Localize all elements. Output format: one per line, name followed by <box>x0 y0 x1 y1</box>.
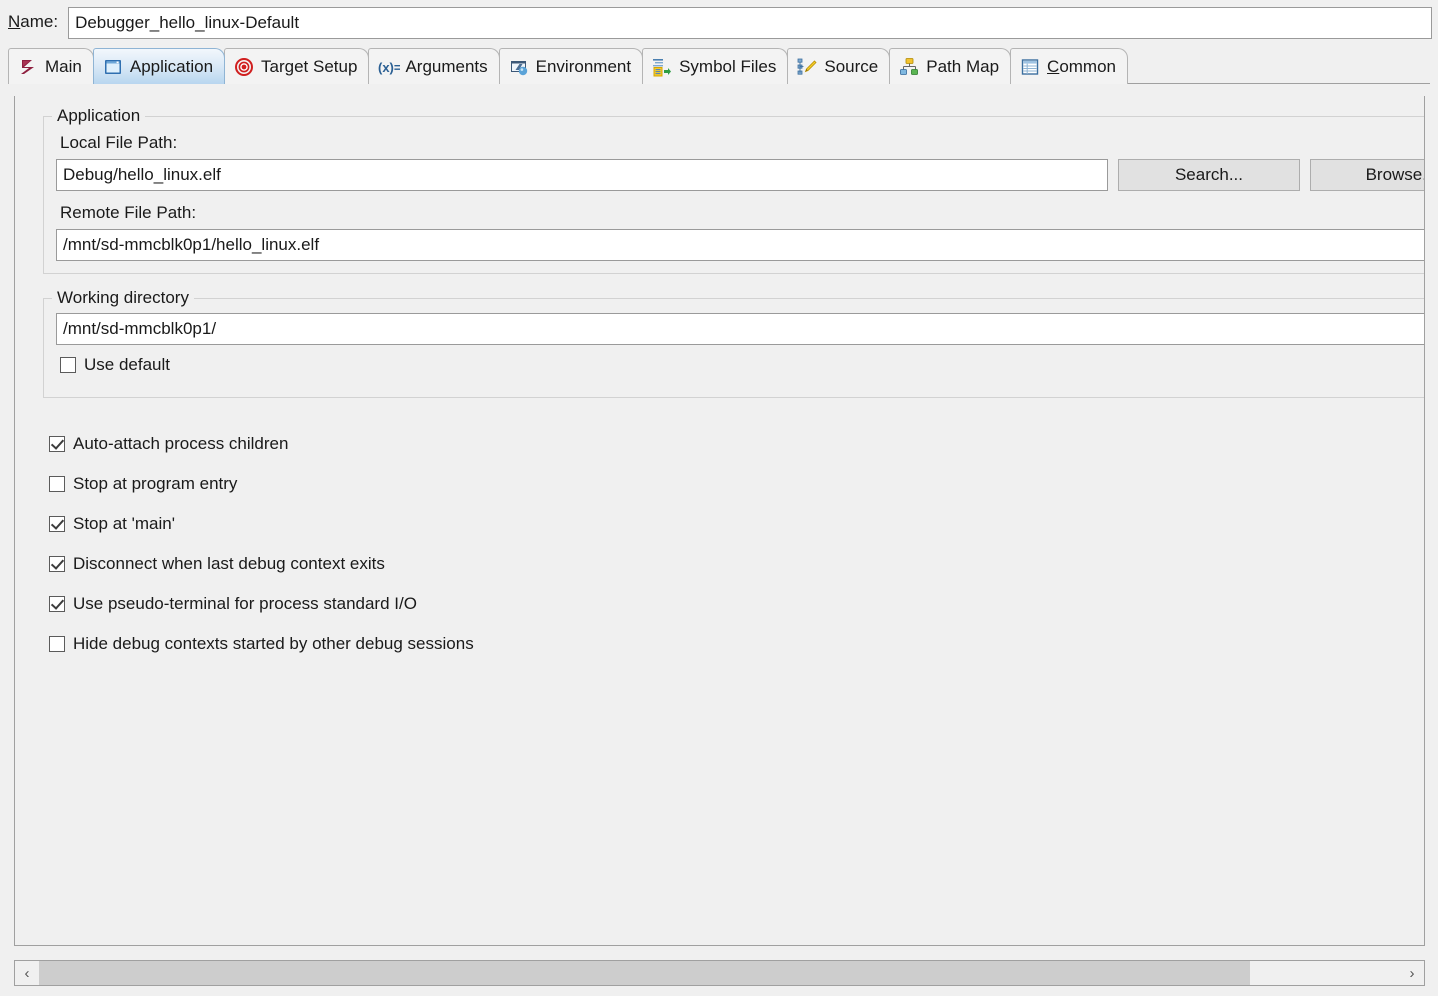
scroll-left-arrow-icon[interactable]: ‹ <box>15 961 39 985</box>
option-auto-attach-process-children-label: Auto-attach process children <box>73 434 289 453</box>
tab-environment-label: Environment <box>535 56 632 76</box>
name-label-rest: ame: <box>20 12 59 31</box>
local-file-path-label: Local File Path: <box>60 133 178 152</box>
path-map-icon <box>899 57 919 77</box>
tab-common-label: Common <box>1047 57 1116 77</box>
tab-content-panel: Application Local File Path: Search... B… <box>14 96 1425 946</box>
window-icon <box>103 57 123 77</box>
remote-file-path-input[interactable] <box>56 229 1424 261</box>
tab-symbol-files[interactable]: Symbol Files <box>642 48 789 84</box>
option-disconnect-last-context-checkbox[interactable] <box>49 556 65 572</box>
remote-file-path-label: Remote File Path: <box>60 203 197 222</box>
tab-common-mnemonic: C <box>1047 56 1060 76</box>
variable-xequals-icon: (x)= <box>378 57 402 77</box>
tab-arguments[interactable]: (x)= Arguments <box>368 48 500 84</box>
option-use-pseudo-terminal[interactable]: Use pseudo-terminal for process standard… <box>45 584 1424 624</box>
symbol-files-icon <box>652 57 672 77</box>
tab-symbol-files-label: Symbol Files <box>679 56 777 76</box>
search-button[interactable]: Search... <box>1118 159 1300 191</box>
environment-icon <box>509 57 529 77</box>
tab-content-inner: Application Local File Path: Search... B… <box>15 96 1424 664</box>
tab-source[interactable]: Source <box>787 48 891 84</box>
svg-text:(x)=: (x)= <box>378 60 400 75</box>
working-directory-group-title: Working directory <box>52 288 194 308</box>
tab-application[interactable]: Application <box>92 48 226 84</box>
option-use-pseudo-terminal-checkbox[interactable] <box>49 596 65 612</box>
tab-main-label: Main <box>45 56 82 76</box>
local-file-path-input[interactable] <box>56 159 1108 191</box>
tab-environment[interactable]: Environment <box>498 48 644 84</box>
tab-target-setup-label: Target Setup <box>261 56 358 76</box>
option-disconnect-last-context[interactable]: Disconnect when last debug context exits <box>45 544 1424 584</box>
scrollbar-thumb[interactable] <box>39 961 1251 985</box>
common-table-icon <box>1020 57 1040 77</box>
tab-path-map[interactable]: Path Map <box>889 48 1012 84</box>
use-default-checkbox-row[interactable]: Use default <box>56 345 1424 385</box>
configuration-name-input[interactable] <box>68 7 1432 39</box>
option-hide-debug-contexts[interactable]: Hide debug contexts started by other deb… <box>45 624 1424 664</box>
tab-application-label: Application <box>129 56 214 76</box>
option-use-pseudo-terminal-label: Use pseudo-terminal for process standard… <box>73 594 417 613</box>
use-default-checkbox[interactable] <box>60 357 76 373</box>
scroll-right-arrow-icon[interactable]: › <box>1400 961 1424 985</box>
working-directory-group: Working directory Use default <box>43 288 1424 398</box>
tab-common[interactable]: Common <box>1010 48 1128 84</box>
tab-path-map-label: Path Map <box>926 56 1000 76</box>
option-hide-debug-contexts-checkbox[interactable] <box>49 636 65 652</box>
option-auto-attach-process-children-checkbox[interactable] <box>49 436 65 452</box>
working-directory-input[interactable] <box>56 313 1424 345</box>
option-stop-at-program-entry-label: Stop at program entry <box>73 474 238 493</box>
scrollbar-track[interactable] <box>39 961 1400 985</box>
tab-target-setup[interactable]: Target Setup <box>224 48 370 84</box>
option-disconnect-last-context-label: Disconnect when last debug context exits <box>73 554 385 573</box>
option-auto-attach-process-children[interactable]: Auto-attach process children <box>45 424 1424 464</box>
use-default-label: Use default <box>84 355 170 374</box>
eclipse-x-icon <box>18 57 38 77</box>
name-label-mnemonic: N <box>8 12 21 31</box>
debug-options-list: Auto-attach process children Stop at pro… <box>45 424 1424 664</box>
tab-bar: Main Application Target Setup (x)= Argum… <box>0 46 1438 84</box>
application-group-title: Application <box>52 106 146 126</box>
name-row: Name: <box>0 0 1438 46</box>
browse-button[interactable]: Browse... <box>1310 159 1424 191</box>
tab-arguments-label: Arguments <box>405 56 488 76</box>
option-stop-at-program-entry-checkbox[interactable] <box>49 476 65 492</box>
option-stop-at-main-label: Stop at 'main' <box>73 514 175 533</box>
option-hide-debug-contexts-label: Hide debug contexts started by other deb… <box>73 634 474 653</box>
option-stop-at-main-checkbox[interactable] <box>49 516 65 532</box>
option-stop-at-main[interactable]: Stop at 'main' <box>45 504 1424 544</box>
local-file-path-row: Search... Browse... <box>56 159 1424 191</box>
horizontal-scrollbar[interactable]: ‹ › <box>14 960 1425 986</box>
source-pencil-icon <box>797 57 817 77</box>
application-group: Application Local File Path: Search... B… <box>43 106 1424 274</box>
tab-common-label-rest: ommon <box>1059 56 1116 76</box>
option-stop-at-program-entry[interactable]: Stop at program entry <box>45 464 1424 504</box>
target-bullseye-icon <box>234 57 254 77</box>
tab-main[interactable]: Main <box>8 48 94 84</box>
name-label: Name: <box>8 12 58 34</box>
tab-source-label: Source <box>824 56 879 76</box>
